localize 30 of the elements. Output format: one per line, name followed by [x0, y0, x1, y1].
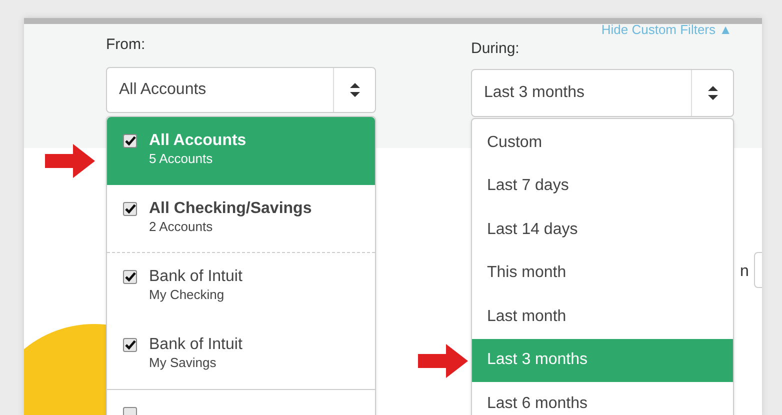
account-detail: 2 Accounts	[149, 219, 214, 235]
checkbox[interactable]	[123, 270, 137, 284]
account-detail: My Savings	[149, 355, 218, 371]
period-option[interactable]: Last month	[472, 295, 733, 338]
arrow-icon	[45, 144, 95, 178]
account-name: All Checking/Savings	[149, 199, 312, 219]
period-option[interactable]: This month	[472, 252, 733, 295]
from-label: From:	[106, 35, 146, 55]
period-select[interactable]: Last 3 months	[471, 68, 734, 116]
during-label: During:	[471, 39, 520, 59]
account-option[interactable]: Bank of Intuit My Checking	[107, 253, 375, 321]
sort-icon	[708, 86, 718, 100]
account-name: Bank of Intuit	[149, 267, 242, 287]
account-option[interactable]: Bank of Intuit My Savings	[107, 321, 375, 389]
account-name: All Accounts	[149, 131, 246, 151]
label-text: n	[740, 262, 749, 282]
account-detail: My Checking	[149, 287, 226, 303]
checkbox[interactable]	[123, 134, 137, 148]
account-name: Bank of Intuit	[149, 335, 242, 355]
account-select[interactable]: All Accounts	[106, 66, 376, 112]
sort-icon	[350, 82, 360, 96]
account-detail: 5 Accounts	[149, 151, 214, 167]
account-option[interactable]: All Checking/Savings 2 Accounts	[107, 185, 375, 253]
period-option[interactable]: Last 14 days	[472, 208, 733, 252]
period-option[interactable]: Custom	[472, 121, 733, 164]
checkbox[interactable]	[123, 338, 137, 352]
period-option[interactable]: Last 6 months	[472, 382, 733, 415]
checkbox[interactable]	[123, 202, 137, 216]
arrow-icon	[418, 344, 468, 378]
period-option[interactable]: Last 7 days	[472, 164, 733, 208]
